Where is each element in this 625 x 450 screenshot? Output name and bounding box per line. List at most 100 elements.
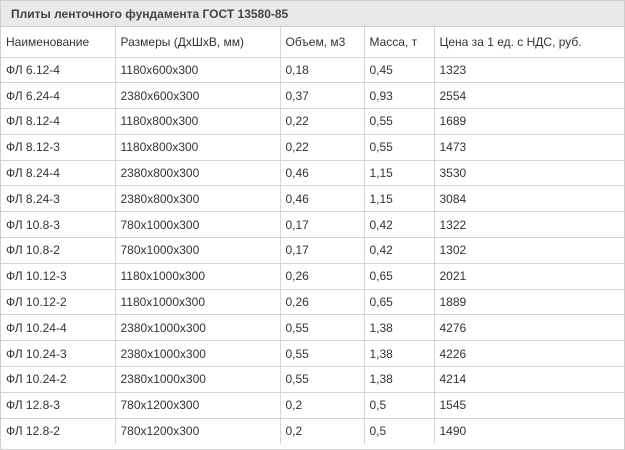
table-row: ФЛ 10.12-3 1180х1000х300 0,26 0,65 2021: [1, 262, 624, 290]
cell-mass: 1,38: [363, 314, 435, 342]
cell-dimensions: 780х1200х300: [114, 391, 281, 419]
cell-volume: 0,17: [279, 211, 365, 239]
cell-mass: 0,65: [363, 288, 435, 316]
cell-volume: 0,55: [279, 314, 365, 342]
cell-mass: 1,15: [363, 185, 435, 213]
cell-dimensions: 1180х1000х300: [114, 288, 281, 316]
cell-volume: 0,18: [279, 56, 365, 84]
table-row: ФЛ 8.24-4 2380х800х300 0,46 1,15 3530: [1, 159, 624, 187]
cell-name: ФЛ 10.8-3: [1, 211, 116, 239]
cell-price: 3084: [433, 185, 624, 213]
cell-volume: 0,17: [279, 237, 365, 264]
table-row: ФЛ 8.24-3 2380х800х300 0,46 1,15 3084: [1, 185, 624, 213]
cell-mass: 1,15: [363, 159, 435, 187]
cell-volume: 0,26: [279, 262, 365, 290]
cell-mass: 0,42: [363, 237, 435, 264]
cell-volume: 0,55: [279, 340, 365, 368]
cell-dimensions: 1180х600х300: [114, 56, 281, 84]
cell-price: 1545: [433, 391, 624, 419]
table-row: ФЛ 10.24-2 2380х1000х300 0,55 1,38 4214: [1, 366, 624, 393]
cell-mass: 1,38: [363, 366, 435, 393]
table-row: ФЛ 10.8-2 780х1000х300 0,17 0,42 1302: [1, 237, 624, 264]
cell-mass: 0,5: [363, 417, 435, 444]
cell-price: 1473: [433, 133, 624, 161]
cell-price: 1490: [433, 417, 624, 444]
cell-name: ФЛ 12.8-3: [1, 391, 116, 419]
table-row: ФЛ 12.8-3 780х1200х300 0,2 0,5 1545: [1, 391, 624, 419]
cell-volume: 0,2: [279, 391, 365, 419]
cell-mass: 0,5: [363, 391, 435, 419]
cell-dimensions: 780х1000х300: [114, 237, 281, 264]
cell-name: ФЛ 8.24-3: [1, 185, 116, 213]
cell-dimensions: 1180х800х300: [114, 133, 281, 161]
cell-dimensions: 1180х800х300: [114, 108, 281, 135]
cell-volume: 0,26: [279, 288, 365, 316]
table-body: ФЛ 6.12-4 1180х600х300 0,18 0,45 1323 ФЛ 6.24…: [1, 56, 624, 444]
cell-price: 2554: [433, 82, 624, 110]
cell-price: 1889: [433, 288, 624, 316]
cell-name: ФЛ 8.24-4: [1, 159, 116, 187]
table-row: ФЛ 10.24-4 2380х1000х300 0,55 1,38 4276: [1, 314, 624, 342]
cell-volume: 0,2: [279, 417, 365, 444]
header-name: Наименование: [1, 27, 116, 58]
cell-name: ФЛ 10.24-2: [1, 366, 116, 393]
cell-name: ФЛ 10.24-4: [1, 314, 116, 342]
cell-mass: 1,38: [363, 340, 435, 368]
cell-name: ФЛ 6.12-4: [1, 56, 116, 84]
cell-mass: 0,55: [363, 108, 435, 135]
cell-price: 4276: [433, 314, 624, 342]
cell-dimensions: 2380х1000х300: [114, 340, 281, 368]
cell-dimensions: 1180х1000х300: [114, 262, 281, 290]
cell-volume: 0,37: [279, 82, 365, 110]
table-row: ФЛ 6.24-4 2380х600х300 0,37 0,93 2554: [1, 82, 624, 110]
cell-dimensions: 2380х800х300: [114, 185, 281, 213]
cell-name: ФЛ 10.24-3: [1, 340, 116, 368]
cell-name: ФЛ 12.8-2: [1, 417, 116, 444]
table-row: ФЛ 10.12-2 1180х1000х300 0,26 0,65 1889: [1, 288, 624, 316]
cell-volume: 0,46: [279, 185, 365, 213]
cell-price: 2021: [433, 262, 624, 290]
cell-dimensions: 780х1200х300: [114, 417, 281, 444]
cell-name: ФЛ 8.12-3: [1, 133, 116, 161]
cell-name: ФЛ 10.12-2: [1, 288, 116, 316]
cell-dimensions: 2380х800х300: [114, 159, 281, 187]
cell-name: ФЛ 10.8-2: [1, 237, 116, 264]
cell-name: ФЛ 8.12-4: [1, 108, 116, 135]
cell-dimensions: 780х1000х300: [114, 211, 281, 239]
table-row: ФЛ 12.8-2 780х1200х300 0,2 0,5 1490: [1, 417, 624, 444]
cell-mass: 0,45: [363, 56, 435, 84]
cell-price: 1302: [433, 237, 624, 264]
cell-mass: 0,93: [363, 82, 435, 110]
cell-name: ФЛ 10.12-3: [1, 262, 116, 290]
table-caption: Плиты ленточного фундамента ГОСТ 13580-8…: [1, 1, 624, 27]
cell-price: 1322: [433, 211, 624, 239]
price-table-panel: Плиты ленточного фундамента ГОСТ 13580-8…: [0, 0, 625, 450]
cell-price: 4226: [433, 340, 624, 368]
cell-volume: 0,22: [279, 108, 365, 135]
cell-price: 4214: [433, 366, 624, 393]
cell-dimensions: 2380х600х300: [114, 82, 281, 110]
cell-volume: 0,46: [279, 159, 365, 187]
header-mass: Масса, т: [363, 27, 435, 58]
header-row: Наименование Размеры (ДхШхВ, мм) Объем, …: [1, 27, 624, 58]
table-row: ФЛ 10.24-3 2380х1000х300 0,55 1,38 4226: [1, 340, 624, 368]
cell-price: 3530: [433, 159, 624, 187]
cell-name: ФЛ 6.24-4: [1, 82, 116, 110]
header-price: Цена за 1 ед. с НДС, руб.: [433, 27, 624, 58]
table-row: ФЛ 8.12-3 1180х800х300 0,22 0,55 1473: [1, 133, 624, 161]
cell-volume: 0,22: [279, 133, 365, 161]
cell-volume: 0,55: [279, 366, 365, 393]
table-row: ФЛ 10.8-3 780х1000х300 0,17 0,42 1322: [1, 211, 624, 239]
table-row: ФЛ 8.12-4 1180х800х300 0,22 0,55 1689: [1, 108, 624, 135]
table-row: ФЛ 6.12-4 1180х600х300 0,18 0,45 1323: [1, 56, 624, 84]
cell-dimensions: 2380х1000х300: [114, 314, 281, 342]
cell-mass: 0,65: [363, 262, 435, 290]
cell-dimensions: 2380х1000х300: [114, 366, 281, 393]
header-volume: Объем, м3: [279, 27, 365, 58]
cell-mass: 0,55: [363, 133, 435, 161]
price-table: Наименование Размеры (ДхШхВ, мм) Объем, …: [1, 27, 624, 444]
cell-price: 1689: [433, 108, 624, 135]
cell-price: 1323: [433, 56, 624, 84]
cell-mass: 0,42: [363, 211, 435, 239]
header-dimensions: Размеры (ДхШхВ, мм): [114, 27, 281, 58]
